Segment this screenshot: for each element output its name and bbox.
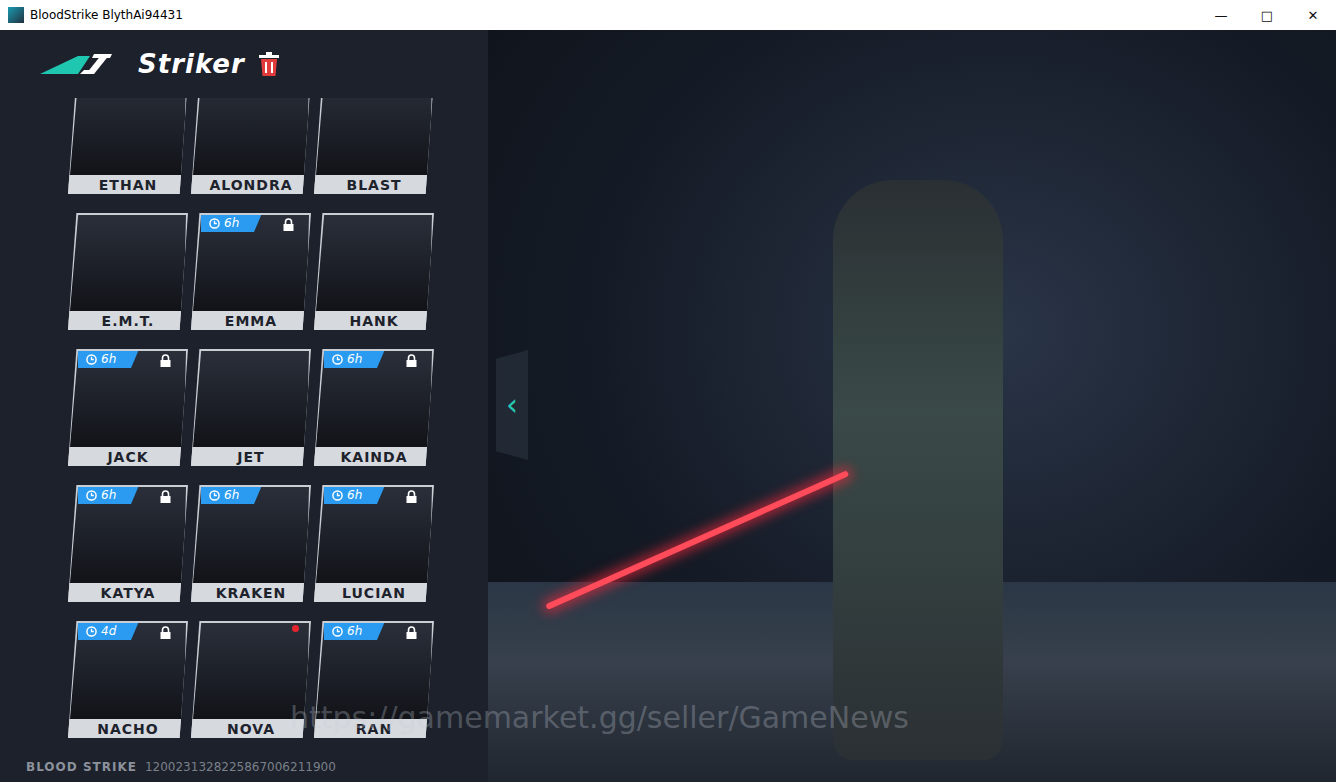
logo-icon[interactable] <box>38 50 122 78</box>
character-name: BLAST <box>314 175 434 194</box>
character-portrait: 4d <box>70 623 186 719</box>
lock-icon <box>405 490 418 504</box>
game-window: BloodStrike BlythAi94431 —□✕ Striker ETH… <box>0 0 1336 782</box>
lock-icon <box>282 218 295 232</box>
character-name: E.M.T. <box>68 311 188 330</box>
player-id: 1200231328225867006211900 <box>145 760 336 774</box>
character-portrait: 6h <box>70 351 186 447</box>
main-area: Striker ETHAN ALONDRA BLAST E.M.T. 6h EM… <box>0 30 1336 782</box>
character-card[interactable]: 6h EMMA <box>191 213 311 330</box>
character-card[interactable]: ETHAN <box>68 98 188 194</box>
timer-badge: 4d <box>78 623 138 640</box>
collapse-arrow: ‹ <box>506 390 518 420</box>
character-name: KAINDA <box>314 447 434 466</box>
character-card[interactable]: 6h KATYA <box>68 485 188 602</box>
character-portrait <box>193 623 309 719</box>
window-control-button[interactable]: — <box>1198 0 1244 30</box>
character-name: NOVA <box>191 719 311 738</box>
panel-title: Striker <box>138 49 245 79</box>
trash-icon[interactable] <box>257 51 281 77</box>
character-name: KATYA <box>68 583 188 602</box>
character-card[interactable]: ALONDRA <box>191 98 311 194</box>
character-card[interactable]: JET <box>191 349 311 466</box>
character-model <box>833 180 1003 760</box>
character-portrait <box>70 215 186 311</box>
clock-icon <box>86 490 97 501</box>
character-card[interactable]: 4d NACHO <box>68 621 188 738</box>
character-name: NACHO <box>68 719 188 738</box>
character-card[interactable]: BLAST <box>314 98 434 194</box>
character-card[interactable]: 6h LUCIAN <box>314 485 434 602</box>
title-bar: BloodStrike BlythAi94431 —□✕ <box>0 0 1336 30</box>
app-icon <box>8 7 24 23</box>
clock-icon <box>209 218 220 229</box>
character-portrait: 6h <box>316 623 432 719</box>
timer-badge: 6h <box>201 487 261 504</box>
character-portrait: 6h <box>70 487 186 583</box>
character-portrait: 6h <box>316 487 432 583</box>
lock-icon <box>159 490 172 504</box>
collapse-tab[interactable]: ‹ <box>496 350 528 460</box>
clock-icon <box>332 354 343 365</box>
lock-icon <box>159 626 172 640</box>
footer-brand: BLOOD STRIKE <box>26 760 137 774</box>
window-control-button[interactable]: ✕ <box>1290 0 1336 30</box>
character-name: RAN <box>314 719 434 738</box>
character-portrait: 6h <box>193 215 309 311</box>
watermark: https://gamemarket.gg/seller/GameNews <box>290 700 909 735</box>
character-portrait <box>316 215 432 311</box>
character-portrait: 6h <box>193 487 309 583</box>
character-name: ETHAN <box>68 175 188 194</box>
character-name: ALONDRA <box>191 175 311 194</box>
character-preview: ‹ <box>488 30 1336 782</box>
character-card[interactable]: NOVA <box>191 621 311 738</box>
timer-badge: 6h <box>201 215 261 232</box>
character-portrait <box>316 98 432 175</box>
character-card[interactable]: 6h RAN <box>314 621 434 738</box>
new-dot <box>292 625 299 632</box>
clock-icon <box>332 626 343 637</box>
character-portrait <box>193 98 309 175</box>
character-portrait: 6h <box>316 351 432 447</box>
character-name: EMMA <box>191 311 311 330</box>
character-name: JACK <box>68 447 188 466</box>
timer-badge: 6h <box>78 351 138 368</box>
clock-icon <box>86 354 97 365</box>
character-name: JET <box>191 447 311 466</box>
character-card[interactable]: 6h KRAKEN <box>191 485 311 602</box>
character-list: ETHAN ALONDRA BLAST E.M.T. 6h EMMA HANK … <box>0 98 488 752</box>
window-controls: —□✕ <box>1198 0 1336 30</box>
striker-panel: Striker ETHAN ALONDRA BLAST E.M.T. 6h EM… <box>0 30 488 782</box>
lock-icon <box>405 626 418 640</box>
character-card[interactable]: E.M.T. <box>68 213 188 330</box>
character-card[interactable]: 6h KAINDA <box>314 349 434 466</box>
timer-badge: 6h <box>324 351 384 368</box>
character-card[interactable]: 6h JACK <box>68 349 188 466</box>
timer-badge: 6h <box>324 487 384 504</box>
clock-icon <box>86 626 97 637</box>
clock-icon <box>209 490 220 501</box>
timer-badge: 6h <box>324 623 384 640</box>
lock-icon <box>159 354 172 368</box>
timer-badge: 6h <box>78 487 138 504</box>
character-portrait <box>70 98 186 175</box>
window-title: BloodStrike BlythAi94431 <box>30 8 1192 22</box>
character-card[interactable]: HANK <box>314 213 434 330</box>
character-name: KRAKEN <box>191 583 311 602</box>
character-name: LUCIAN <box>314 583 434 602</box>
character-name: HANK <box>314 311 434 330</box>
panel-header: Striker <box>0 30 488 98</box>
clock-icon <box>332 490 343 501</box>
footer: BLOOD STRIKE 1200231328225867006211900 <box>0 752 488 782</box>
character-portrait <box>193 351 309 447</box>
lock-icon <box>405 354 418 368</box>
window-control-button[interactable]: □ <box>1244 0 1290 30</box>
